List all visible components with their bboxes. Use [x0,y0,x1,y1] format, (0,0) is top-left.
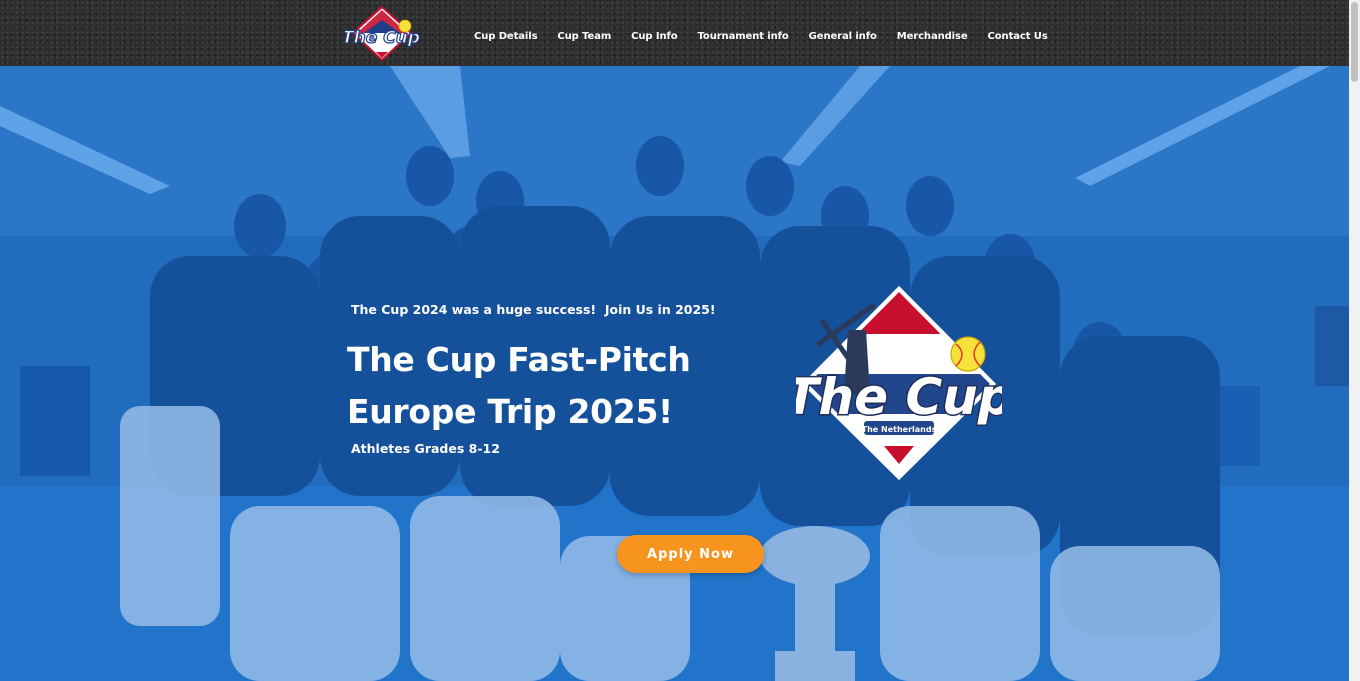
nav-merchandise[interactable]: Merchandise [897,31,968,42]
hero-headline-line2: Europe Trip 2025! [347,392,673,431]
nav-cup-team[interactable]: Cup Team [557,31,611,42]
logo-wordmark: The Cup [345,28,419,48]
hero-headline: The Cup Fast-Pitch Europe Trip 2025! [347,334,707,438]
hero-logo-subtitle: The Netherlands [862,425,937,434]
hero-headline-line1: The Cup Fast-Pitch [347,340,691,379]
nav-general-info[interactable]: General info [809,31,877,42]
nav-cup-details[interactable]: Cup Details [474,31,538,42]
page-scrollbar[interactable] [1349,0,1360,681]
nav-tournament-info[interactable]: Tournament info [698,31,789,42]
nav-cup-info[interactable]: Cup Info [631,31,677,42]
scrollbar-thumb[interactable] [1351,2,1358,82]
the-cup-logo-icon[interactable]: The Cup [345,4,419,62]
hero-section: The Cup 2024 was a huge success! Join Us… [0,66,1349,681]
windmill-flag-softball-logo-icon: The Cup The Netherlands [796,285,1002,481]
site-header: The Cup Cup Details Cup Team Cup Info To… [0,0,1349,66]
hero-subline: Athletes Grades 8-12 [351,441,500,456]
nav-contact-us[interactable]: Contact Us [988,31,1048,42]
main-nav: Cup Details Cup Team Cup Info Tournament… [474,31,1068,42]
apply-now-button[interactable]: Apply Now [617,535,764,573]
hero-kicker: The Cup 2024 was a huge success! Join Us… [351,302,716,317]
hero-logo-wordmark: The Cup [796,368,1002,426]
